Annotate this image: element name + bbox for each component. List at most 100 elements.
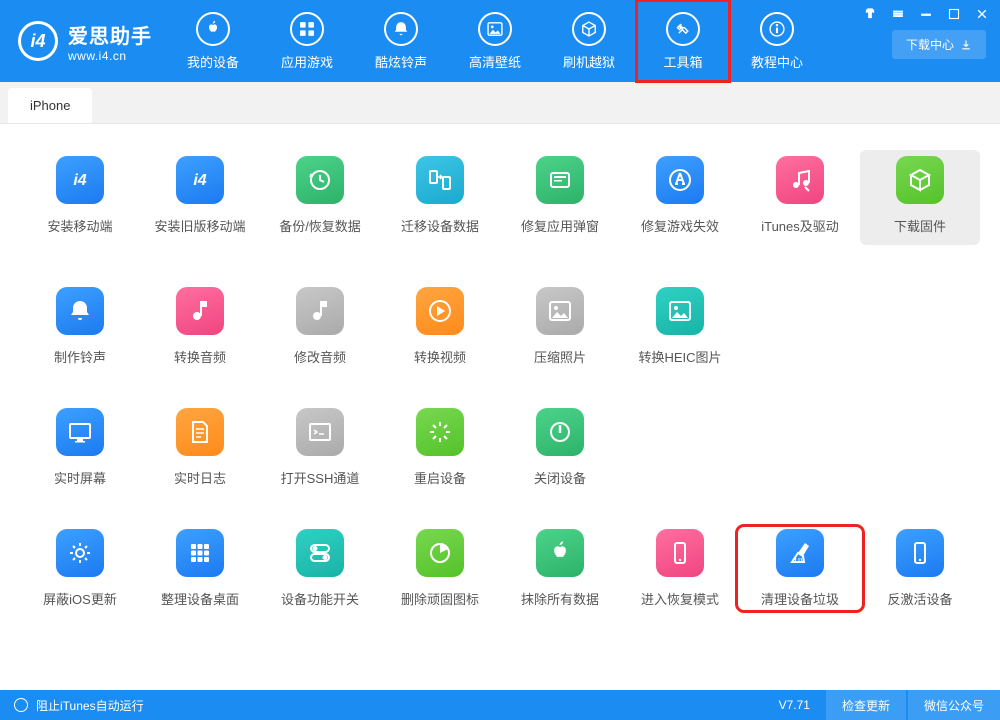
tab-iphone[interactable]: iPhone	[8, 88, 92, 123]
tool-block-ios-update[interactable]: 屏蔽iOS更新	[20, 529, 140, 608]
realtime-screen-icon	[56, 408, 104, 456]
tool-migrate-data[interactable]: 迁移设备数据	[380, 156, 500, 245]
nav-ringtones[interactable]: 酷炫铃声	[354, 0, 448, 82]
tool-shutdown-device[interactable]: 关闭设备	[500, 408, 620, 487]
block-itunes-toggle[interactable]: 阻止iTunes自动运行	[0, 697, 144, 714]
app-header: i4 爱思助手 www.i4.cn 我的设备应用游戏 酷炫铃声高清壁纸 刷机越狱 工具…	[0, 0, 1000, 82]
delete-stuck-icons-icon	[416, 529, 464, 577]
logo-text: 爱思助手 www.i4.cn	[68, 20, 152, 63]
nav-my-device[interactable]: 我的设备	[166, 0, 260, 82]
skin-icon[interactable]	[858, 5, 882, 23]
tutorials-icon	[760, 12, 794, 46]
nav-wallpapers[interactable]: 高清壁纸	[448, 0, 542, 82]
radio-icon	[14, 698, 28, 712]
tool-download-firmware[interactable]: 下载固件	[860, 150, 980, 245]
maximize-icon[interactable]	[942, 5, 966, 23]
tool-install-mobile[interactable]: 安装移动端	[20, 156, 140, 245]
wechat-button[interactable]: 微信公众号	[908, 690, 1000, 720]
make-ringtone-icon	[56, 287, 104, 335]
compress-photo-icon	[536, 287, 584, 335]
tool-fix-app-popup[interactable]: 修复应用弹窗	[500, 156, 620, 245]
tool-feature-switch[interactable]: 设备功能开关	[260, 529, 380, 608]
backup-restore-icon	[296, 156, 344, 204]
tool-label: 关闭设备	[534, 468, 586, 487]
tool-label: 修复游戏失效	[641, 216, 719, 235]
arrange-desktop-icon	[176, 529, 224, 577]
tool-install-old-mobile[interactable]: 安装旧版移动端	[140, 156, 260, 245]
tool-itunes-driver[interactable]: iTunes及驱动	[740, 156, 860, 245]
tool-open-ssh[interactable]: 打开SSH通道	[260, 408, 380, 487]
nav-app-games[interactable]: 应用游戏	[260, 0, 354, 82]
tool-label: 实时日志	[174, 468, 226, 487]
convert-audio-icon	[176, 287, 224, 335]
nav-tutorials[interactable]: 教程中心	[730, 0, 824, 82]
tool-deactivate[interactable]: 反激活设备	[860, 529, 980, 608]
tool-label: 打开SSH通道	[281, 468, 360, 487]
tool-label: 修改音频	[294, 347, 346, 366]
tool-label: 修复应用弹窗	[521, 216, 599, 235]
close-icon[interactable]	[970, 5, 994, 23]
tool-label: 安装移动端	[47, 216, 112, 235]
app-games-icon	[290, 12, 324, 46]
tool-fix-game-fail[interactable]: 修复游戏失效	[620, 156, 740, 245]
install-mobile-icon	[56, 156, 104, 204]
block-ios-update-icon	[56, 529, 104, 577]
download-icon	[960, 39, 972, 51]
tool-label: 删除顽固图标	[401, 589, 479, 608]
tool-label: 转换音频	[174, 347, 226, 366]
ringtones-icon	[384, 12, 418, 46]
tool-label: 抹除所有数据	[521, 589, 599, 608]
minimize-icon[interactable]	[914, 5, 938, 23]
tool-label: 安装旧版移动端	[154, 216, 245, 235]
itunes-driver-icon	[776, 156, 824, 204]
download-center-label: 下载中心	[906, 36, 954, 53]
tool-reboot-device[interactable]: 重启设备	[380, 408, 500, 487]
tool-backup-restore[interactable]: 备份/恢复数据	[260, 156, 380, 245]
shutdown-device-icon	[536, 408, 584, 456]
clean-junk-icon	[776, 529, 824, 577]
tool-arrange-desktop[interactable]: 整理设备桌面	[140, 529, 260, 608]
feature-switch-icon	[296, 529, 344, 577]
tool-label: iTunes及驱动	[761, 216, 839, 235]
tool-label: 整理设备桌面	[161, 589, 239, 608]
tool-erase-all[interactable]: 抹除所有数据	[500, 529, 620, 608]
tool-convert-heic[interactable]: 转换HEIC图片	[620, 287, 740, 366]
tool-enter-recovery[interactable]: 进入恢复模式	[620, 529, 740, 608]
tool-delete-stuck-icons[interactable]: 删除顽固图标	[380, 529, 500, 608]
logo[interactable]: i4 爱思助手 www.i4.cn	[0, 20, 166, 63]
enter-recovery-icon	[656, 529, 704, 577]
tool-edit-audio[interactable]: 修改音频	[260, 287, 380, 366]
migrate-data-icon	[416, 156, 464, 204]
nav-label: 刷机越狱	[563, 52, 615, 71]
menu-icon[interactable]	[886, 5, 910, 23]
check-update-button[interactable]: 检查更新	[826, 690, 906, 720]
download-center-button[interactable]: 下载中心	[892, 30, 986, 59]
tool-realtime-log[interactable]: 实时日志	[140, 408, 260, 487]
nav-label: 高清壁纸	[469, 52, 521, 71]
top-nav: 我的设备应用游戏 酷炫铃声高清壁纸 刷机越狱 工具箱 教程中心	[166, 0, 824, 82]
tool-realtime-screen[interactable]: 实时屏幕	[20, 408, 140, 487]
nav-flash-jailbreak[interactable]: 刷机越狱	[542, 0, 636, 82]
tool-label: 转换HEIC图片	[638, 347, 721, 366]
status-bar: 阻止iTunes自动运行 V7.71 检查更新 微信公众号	[0, 690, 1000, 720]
tool-label: 屏蔽iOS更新	[43, 589, 117, 608]
nav-label: 应用游戏	[281, 52, 333, 71]
open-ssh-icon	[296, 408, 344, 456]
tool-compress-photo[interactable]: 压缩照片	[500, 287, 620, 366]
tool-convert-video[interactable]: 转换视频	[380, 287, 500, 366]
fix-game-fail-icon	[656, 156, 704, 204]
convert-video-icon	[416, 287, 464, 335]
my-device-icon	[196, 12, 230, 46]
tool-clean-junk[interactable]: 清理设备垃圾	[740, 529, 860, 608]
tool-label: 进入恢复模式	[641, 589, 719, 608]
erase-all-icon	[536, 529, 584, 577]
version-label: V7.71	[765, 698, 824, 712]
tool-convert-audio[interactable]: 转换音频	[140, 287, 260, 366]
nav-toolbox[interactable]: 工具箱	[636, 0, 730, 82]
nav-label: 工具箱	[663, 52, 702, 71]
tab-bar: iPhone	[0, 82, 1000, 124]
tool-make-ringtone[interactable]: 制作铃声	[20, 287, 140, 366]
toolbox-icon	[666, 12, 700, 46]
tool-label: 备份/恢复数据	[279, 216, 361, 235]
tools-grid: 安装移动端 安装旧版移动端 备份/恢复数据迁移设备数据修复应用弹窗 修复游戏失效 iTu…	[0, 124, 1000, 608]
